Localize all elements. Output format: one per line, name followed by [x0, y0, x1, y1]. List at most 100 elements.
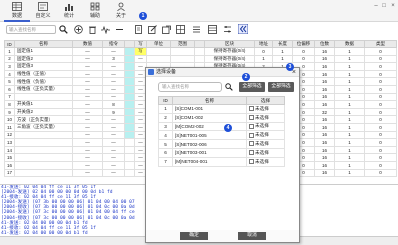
settings-icon[interactable] — [223, 25, 232, 34]
table-cell: 7 — [4, 92, 15, 102]
device-name: [S]NET001-005 — [172, 130, 247, 141]
edit-icon[interactable] — [148, 25, 157, 34]
device-name: [S]COM1-002 — [172, 112, 247, 123]
tab-about[interactable]: 关于 — [108, 1, 134, 22]
cancel-button[interactable]: 取消 — [238, 232, 266, 240]
select-device-dialog: 选择设备 × 3 输入查找名称 2 全部筛选 全部筛选 ID 名称 选择 1 [S… — [145, 63, 300, 243]
table-cell: 1 — [334, 77, 365, 86]
table-cell: 固定值2 — [14, 54, 73, 64]
minus-icon[interactable] — [115, 25, 124, 34]
device-select-cell[interactable]: 未选择 — [246, 130, 285, 141]
device-row[interactable]: 2 [S]COM1-002 未选择 — [158, 112, 285, 123]
table-cell — [124, 62, 135, 71]
filter-all-button[interactable]: 全部筛选 — [268, 82, 294, 92]
table-cell: 0 — [364, 138, 397, 147]
table-cell: — — [72, 107, 103, 117]
device-checkbox[interactable] — [249, 141, 254, 147]
column-header[interactable]: 数值 — [72, 40, 103, 48]
device-row[interactable]: 4 [S]NET001-005 未选择 — [158, 130, 285, 141]
stats-icon — [65, 4, 73, 11]
export-icon[interactable] — [162, 25, 171, 34]
table-cell: — — [72, 69, 103, 79]
table-cell: 1 — [334, 145, 365, 155]
column-header[interactable]: 范围 — [170, 40, 195, 48]
add-icon[interactable] — [74, 25, 83, 34]
table-cell: 8 — [4, 100, 15, 109]
table-cell: 0 — [292, 47, 315, 56]
column-header[interactable]: 位偏移 — [292, 40, 315, 48]
table-cell: 固定值3 — [14, 62, 73, 71]
dialog-search-icon[interactable] — [225, 83, 233, 91]
device-row[interactable]: 6 [S]NET003-001 未选择 — [158, 147, 285, 158]
dialog-search-input[interactable]: 输入查找名称 — [158, 82, 222, 92]
table-cell — [14, 138, 73, 147]
grid-icon[interactable] — [176, 25, 185, 34]
table-cell: 16 — [314, 54, 335, 64]
table-cell: 11 — [4, 122, 15, 132]
collapse-icon[interactable] — [238, 24, 248, 34]
table-cell — [170, 47, 195, 56]
tab-stats[interactable]: 统计 — [56, 1, 82, 22]
select-all-button[interactable]: 全部筛选 — [239, 82, 265, 92]
table-icon[interactable] — [208, 25, 217, 34]
device-checkbox[interactable] — [249, 106, 254, 112]
table-cell — [124, 100, 135, 109]
table-cell: 0 — [364, 130, 397, 140]
device-row[interactable]: 1 [S]COM1-001 未选择 — [158, 104, 285, 114]
device-checkbox[interactable] — [249, 150, 254, 156]
table-cell: 0 — [364, 145, 397, 155]
table-cell: 13 — [4, 138, 15, 147]
device-checkbox[interactable] — [249, 123, 254, 129]
assist-icon — [90, 2, 100, 11]
delete-icon[interactable] — [88, 25, 97, 34]
column-header[interactable]: 长度 — [272, 40, 293, 48]
tab-data[interactable]: 数据 — [4, 1, 30, 22]
close-icon[interactable]: × — [389, 3, 397, 9]
column-header[interactable]: ID — [4, 40, 15, 48]
column-header[interactable]: 区块 — [204, 40, 255, 48]
table-row[interactable]: 1 固定值1— — 写保持寄存器(0/4) 0 1 0 16 1 0 — [4, 47, 397, 56]
device-checkbox[interactable] — [249, 132, 254, 138]
column-header[interactable] — [194, 40, 205, 48]
table-cell: 16 — [314, 168, 335, 178]
table-cell: — — [102, 153, 125, 162]
device-checkbox[interactable] — [249, 114, 254, 120]
table-cell — [194, 47, 205, 56]
column-header[interactable]: 数据 — [334, 40, 365, 48]
device-select-cell[interactable]: 未选择 — [246, 112, 285, 123]
table-row[interactable]: 2 固定值2—3— 保持寄存器(0/4) 1 1 0 16 1 0 — [4, 54, 397, 64]
ok-button[interactable]: 确定 — [180, 232, 208, 240]
column-header[interactable]: 单位 — [146, 40, 171, 48]
device-row[interactable]: 7 [M]NET004-001 未选择 — [158, 156, 285, 167]
table-cell — [124, 145, 135, 155]
column-header[interactable]: 指令 — [102, 40, 125, 48]
document-icon[interactable] — [134, 25, 143, 34]
tab-custom[interactable]: 自定义 — [30, 1, 56, 22]
table-cell: 1 — [334, 62, 365, 71]
minimize-icon[interactable]: – — [372, 3, 380, 9]
search-icon[interactable] — [59, 25, 68, 34]
device-row[interactable]: 3 [M]COM2-002 未选择 — [158, 121, 285, 132]
device-row[interactable]: 5 [S]NET002-006 未选择 — [158, 139, 285, 149]
search-input[interactable]: 输入查找名称 — [6, 25, 56, 34]
data-grid-icon — [12, 2, 22, 11]
column-header[interactable]: 写 — [134, 40, 147, 48]
device-select-cell[interactable]: 未选择 — [246, 156, 285, 167]
column-header[interactable]: 位数 — [314, 40, 335, 48]
wave-icon[interactable] — [101, 25, 110, 34]
device-select-cell[interactable]: 未选择 — [246, 147, 285, 158]
column-header[interactable] — [124, 40, 135, 48]
table-cell: 3 — [102, 54, 125, 64]
tab-assist[interactable]: 辅助 — [82, 1, 108, 22]
column-header[interactable]: 类型 — [364, 40, 397, 48]
column-header[interactable]: 名称 — [14, 40, 73, 48]
device-select-cell[interactable]: 未选择 — [246, 121, 285, 132]
list-icon[interactable] — [192, 25, 201, 34]
device-select-cell[interactable]: 未选择 — [246, 139, 285, 149]
maximize-icon[interactable]: □ — [380, 3, 388, 9]
device-select-cell[interactable]: 未选择 — [246, 104, 285, 114]
device-checkbox[interactable] — [249, 158, 254, 164]
column-header[interactable]: 地址 — [254, 40, 273, 48]
table-cell: 0 — [254, 47, 273, 56]
table-cell: 0 — [364, 153, 397, 162]
